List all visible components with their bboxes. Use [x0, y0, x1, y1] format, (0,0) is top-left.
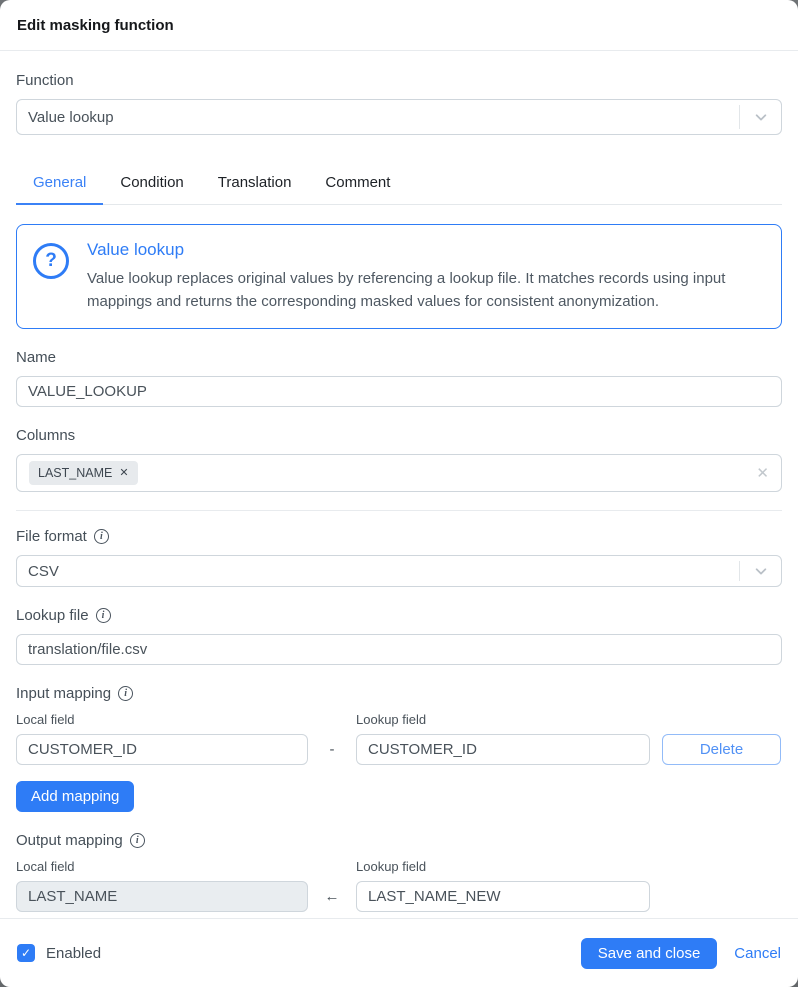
- function-info-box: ? Value lookup Value lookup replaces ori…: [16, 224, 782, 329]
- function-label: Function: [16, 72, 782, 89]
- file-format-label: File format: [16, 528, 87, 545]
- info-icon[interactable]: i: [96, 608, 111, 623]
- input-mapping-lookup-col: Lookup field: [356, 712, 650, 765]
- name-input[interactable]: [16, 376, 782, 407]
- output-mapping-label: Output mapping: [16, 832, 123, 849]
- lookup-file-group: Lookup file i: [16, 607, 782, 665]
- columns-label: Columns: [16, 427, 782, 444]
- column-tag: LAST_NAME ✕: [29, 461, 138, 485]
- save-and-close-button[interactable]: Save and close: [581, 938, 718, 969]
- footer-actions: Save and close Cancel: [581, 938, 781, 969]
- input-mapping-lookup-input[interactable]: [356, 734, 650, 765]
- enabled-label: Enabled: [46, 945, 101, 962]
- function-group: Function Value lookup: [16, 72, 782, 135]
- dialog-body: Function Value lookup General Condition …: [0, 51, 798, 918]
- output-mapping-local-input: [16, 881, 308, 912]
- file-format-group: File format i CSV: [16, 528, 782, 587]
- input-mapping-local-input[interactable]: [16, 734, 308, 765]
- delete-mapping-button[interactable]: Delete: [662, 734, 781, 765]
- tab-translation[interactable]: Translation: [201, 164, 309, 205]
- dialog-title: Edit masking function: [17, 17, 174, 34]
- lookup-file-label: Lookup file: [16, 607, 89, 624]
- add-mapping-button[interactable]: Add mapping: [16, 781, 134, 812]
- enabled-checkbox[interactable]: ✓: [17, 944, 35, 962]
- remove-tag-icon[interactable]: ✕: [119, 468, 128, 479]
- lookup-field-label: Lookup field: [356, 712, 650, 727]
- tab-general[interactable]: General: [16, 164, 103, 205]
- output-mapping-lookup-input[interactable]: [356, 881, 650, 912]
- chevron-down-icon: [739, 561, 781, 581]
- output-mapping-row: Local field ← Lookup field: [16, 859, 782, 912]
- tab-comment[interactable]: Comment: [308, 164, 407, 205]
- output-mapping-local-col: Local field: [16, 859, 308, 912]
- file-format-select[interactable]: CSV: [16, 555, 782, 587]
- info-box-content: Value lookup Value lookup replaces origi…: [87, 240, 747, 313]
- info-icon[interactable]: i: [130, 833, 145, 848]
- columns-multiselect[interactable]: LAST_NAME ✕ ✕: [16, 454, 782, 492]
- lookup-field-label: Lookup field: [356, 859, 650, 874]
- edit-masking-function-dialog: Edit masking function Function Value loo…: [0, 0, 798, 987]
- output-mapping-section: Output mapping i Local field ← Lookup fi…: [16, 832, 782, 912]
- input-mapping-row: Local field - Lookup field Delete: [16, 712, 782, 765]
- enabled-checkbox-wrap[interactable]: ✓ Enabled: [17, 944, 101, 962]
- local-field-label: Local field: [16, 712, 308, 727]
- name-label: Name: [16, 349, 782, 366]
- output-mapping-lookup-col: Lookup field: [356, 859, 650, 912]
- tab-condition[interactable]: Condition: [103, 164, 200, 205]
- clear-all-icon[interactable]: ✕: [756, 464, 769, 482]
- question-circle-icon: ?: [33, 243, 69, 279]
- section-divider: [16, 510, 782, 511]
- input-mapping-label: Input mapping: [16, 685, 111, 702]
- info-icon[interactable]: i: [94, 529, 109, 544]
- input-mapping-local-col: Local field: [16, 712, 308, 765]
- dialog-header: Edit masking function: [0, 0, 798, 51]
- info-box-description: Value lookup replaces original values by…: [87, 267, 747, 313]
- name-group: Name: [16, 349, 782, 407]
- function-select-value: Value lookup: [28, 109, 114, 126]
- local-field-label: Local field: [16, 859, 308, 874]
- mapping-separator: -: [308, 741, 356, 765]
- file-format-select-value: CSV: [28, 563, 59, 580]
- dialog-footer: ✓ Enabled Save and close Cancel: [0, 918, 798, 987]
- info-icon[interactable]: i: [118, 686, 133, 701]
- mapping-arrow-left: ←: [308, 888, 356, 912]
- chevron-down-icon: [739, 105, 781, 129]
- info-box-title: Value lookup: [87, 240, 747, 260]
- columns-group: Columns LAST_NAME ✕ ✕: [16, 427, 782, 492]
- cancel-button[interactable]: Cancel: [734, 945, 781, 962]
- lookup-file-input[interactable]: [16, 634, 782, 665]
- tab-bar: General Condition Translation Comment: [16, 164, 782, 205]
- column-tag-label: LAST_NAME: [38, 466, 112, 480]
- function-select[interactable]: Value lookup: [16, 99, 782, 135]
- input-mapping-section: Input mapping i Local field - Lookup fie…: [16, 685, 782, 812]
